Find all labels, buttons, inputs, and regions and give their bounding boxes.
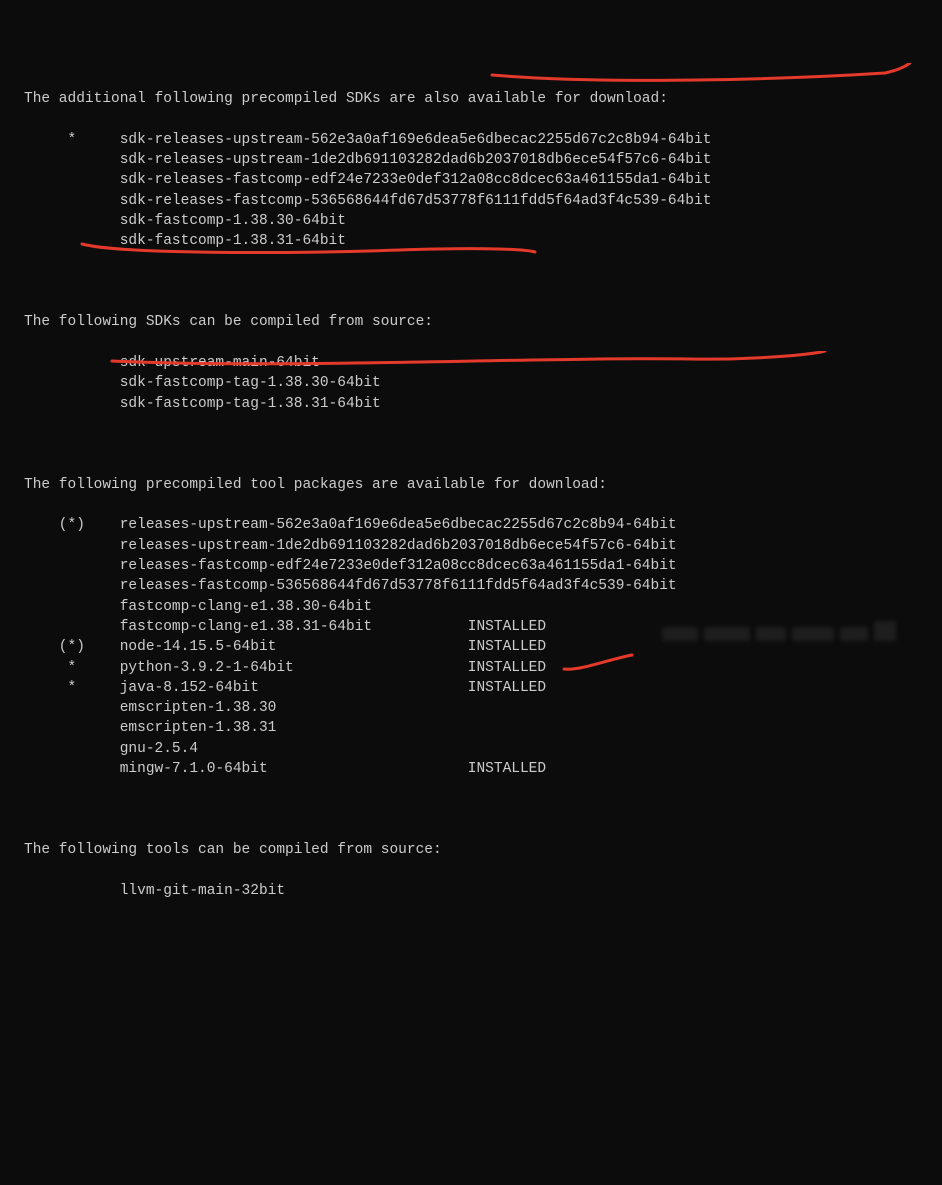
list-item: gnu-2.5.4 — [24, 739, 930, 759]
list-rows-4: llvm-git-main-32bit — [24, 881, 930, 901]
section-heading: The following SDKs can be compiled from … — [24, 312, 930, 332]
list-item: fastcomp-clang-e1.38.30-64bit — [24, 597, 930, 617]
list-item: sdk-fastcomp-1.38.31-64bit — [24, 231, 930, 251]
list-item: * sdk-releases-upstream-562e3a0af169e6de… — [24, 130, 930, 150]
list-item: * python-3.9.2-1-64bit INSTALLED — [24, 658, 930, 678]
list-item: sdk-releases-fastcomp-536568644fd67d5377… — [24, 191, 930, 211]
list-item: sdk-upstream-main-64bit — [24, 353, 930, 373]
obscured-region — [662, 617, 942, 643]
list-item: sdk-fastcomp-1.38.30-64bit — [24, 211, 930, 231]
list-rows-2: sdk-upstream-main-64bit sdk-fastcomp-tag… — [24, 353, 930, 414]
list-item: (*) releases-upstream-562e3a0af169e6dea5… — [24, 515, 930, 535]
blank-line — [24, 800, 930, 820]
list-item: llvm-git-main-32bit — [24, 881, 930, 901]
list-item: mingw-7.1.0-64bit INSTALLED — [24, 759, 930, 779]
section-heading: The following tools can be compiled from… — [24, 840, 930, 860]
list-item: releases-fastcomp-edf24e7233e0def312a08c… — [24, 556, 930, 576]
list-rows-3: (*) releases-upstream-562e3a0af169e6dea5… — [24, 515, 930, 779]
blank-line — [24, 434, 930, 454]
list-item: emscripten-1.38.30 — [24, 698, 930, 718]
section-heading: The following precompiled tool packages … — [24, 475, 930, 495]
list-item: sdk-fastcomp-tag-1.38.31-64bit — [24, 394, 930, 414]
section-heading: The additional following precompiled SDK… — [24, 89, 930, 109]
list-item: sdk-fastcomp-tag-1.38.30-64bit — [24, 373, 930, 393]
list-item: releases-fastcomp-536568644fd67d53778f61… — [24, 576, 930, 596]
blank-line — [24, 272, 930, 292]
list-rows-1: * sdk-releases-upstream-562e3a0af169e6de… — [24, 130, 930, 252]
list-item: releases-upstream-1de2db691103282dad6b20… — [24, 536, 930, 556]
list-item: sdk-releases-upstream-1de2db691103282dad… — [24, 150, 930, 170]
list-item: emscripten-1.38.31 — [24, 718, 930, 738]
list-item: * java-8.152-64bit INSTALLED — [24, 678, 930, 698]
list-item: sdk-releases-fastcomp-edf24e7233e0def312… — [24, 170, 930, 190]
